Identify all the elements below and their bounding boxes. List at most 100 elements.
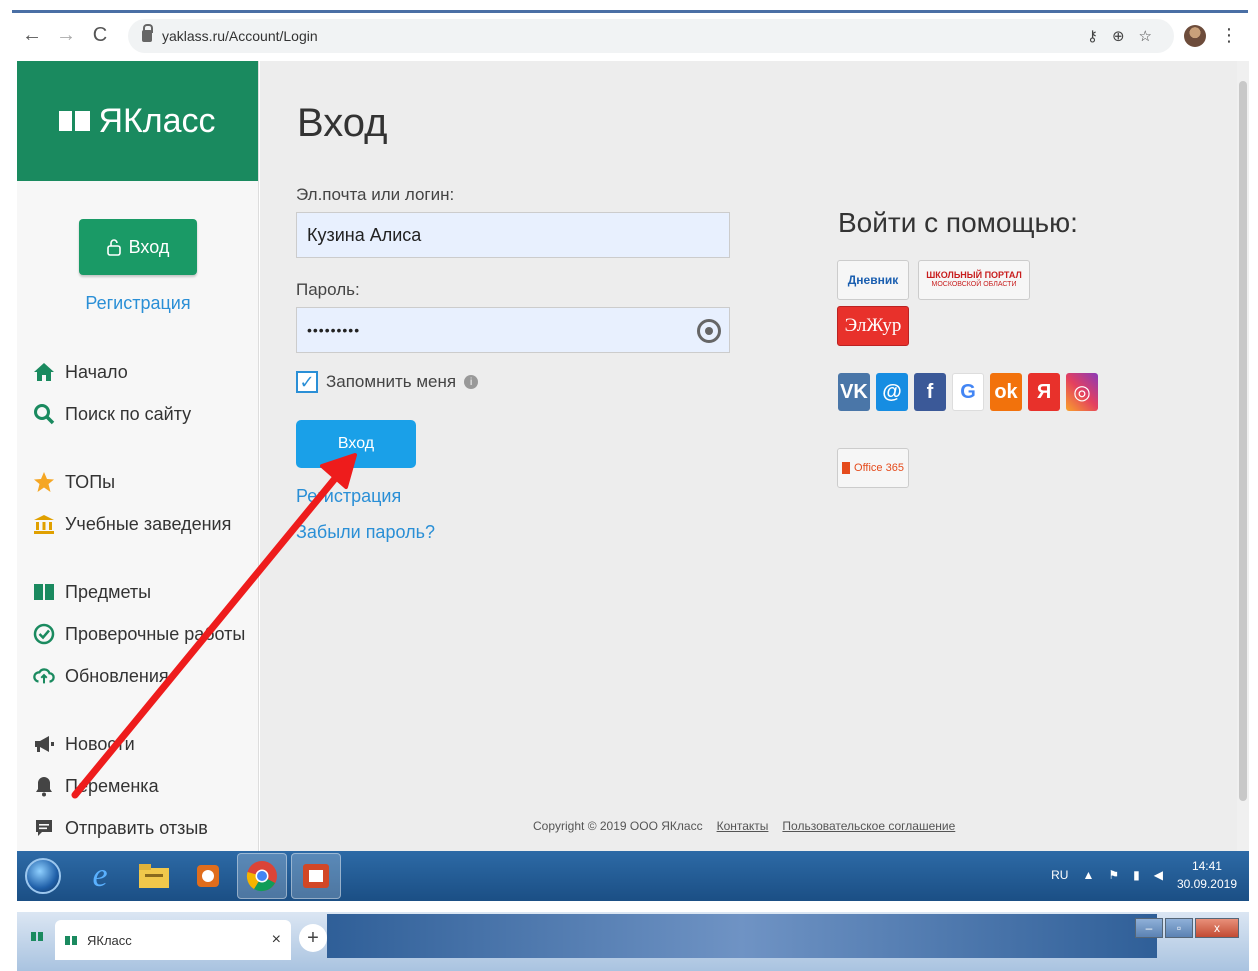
register-link[interactable]: Регистрация [296,486,401,507]
tray-expand-icon[interactable]: ▲ [1082,868,1094,882]
school-portal-login-button[interactable]: ШКОЛЬНЫЙ ПОРТАЛ МОСКОВСКОЙ ОБЛАСТИ [918,260,1030,300]
sidebar-item-break[interactable]: Переменка [33,765,259,807]
profile-avatar[interactable] [1184,24,1206,47]
sidebar-menu: Начало Поиск по сайту ТОПы Учебные завед… [33,351,259,849]
cloud-update-icon [33,665,55,687]
window-controls: – ▫ x [1135,918,1239,938]
url-text: yaklass.ru/Account/Login [162,27,318,44]
logo[interactable]: ЯКласс [17,61,258,181]
sidebar-item-label: Новости [65,733,135,754]
address-bar[interactable]: yaklass.ru/Account/Login ⚷ ⊕ ☆ [128,18,1174,53]
close-window-button[interactable]: x [1195,918,1239,938]
minimize-button[interactable]: – [1135,918,1163,938]
tab-title: ЯКласс [87,932,132,948]
start-button[interactable] [25,858,61,894]
sidebar-register-link[interactable]: Регистрация [17,293,259,314]
titlebar-background [327,914,1157,958]
lock-icon [142,23,153,42]
sidebar-item-tops[interactable]: ТОПы [33,461,259,503]
sidebar-item-news[interactable]: Новости [33,723,259,765]
sidebar-item-feedback[interactable]: Отправить отзыв [33,807,259,849]
portal-line1: ШКОЛЬНЫЙ ПОРТАЛ [926,270,1022,280]
explorer-taskbar-icon[interactable] [129,853,179,899]
remember-me[interactable]: ✓ Запомнить меня i [296,371,479,393]
sidebar-login-button[interactable]: Вход [79,219,197,275]
login-input-value: Кузина Алиса [307,224,422,245]
facebook-login-icon[interactable]: f [914,373,946,411]
social-login-row: VK @ f G ok Я ◎ [838,373,1098,411]
sidebar-item-institutions[interactable]: Учебные заведения [33,503,259,545]
password-input[interactable]: ••••••••• [296,307,730,353]
dnevnik-login-button[interactable]: Дневник [837,260,909,300]
info-icon[interactable]: i [464,375,479,389]
office365-login-button[interactable]: Office 365 [837,448,909,488]
elzhur-label: ЭлЖур [844,315,902,336]
yandex-login-icon[interactable]: Я [1028,373,1060,411]
tab-favicon-icon [65,935,77,945]
home-icon [33,361,55,383]
mailru-login-icon[interactable]: @ [876,373,908,411]
book-icon [33,581,55,603]
sidebar-item-tests[interactable]: Проверочные работы [33,613,259,655]
volume-icon[interactable]: ◀ [1154,868,1163,882]
google-login-icon[interactable]: G [952,373,984,411]
clock-date: 30.09.2019 [1176,877,1237,891]
login-panel: Вход Эл.почта или логин: Кузина Алиса Па… [260,61,1237,851]
ie-taskbar-icon[interactable]: e [75,853,125,899]
key-icon[interactable]: ⚷ [1087,27,1098,45]
sidebar-item-search[interactable]: Поиск по сайту [33,393,259,435]
window-app-icon [31,932,43,941]
show-password-eye-icon[interactable] [697,319,721,343]
sidebar-item-label: Поиск по сайту [65,403,192,424]
office-label: Office 365 [854,462,904,474]
add-icon[interactable]: ⊕ [1112,27,1125,45]
browser-menu-icon[interactable]: ⋮ [1220,25,1238,46]
submit-login-button[interactable]: Вход [296,420,416,468]
elzhur-login-button[interactable]: ЭлЖур [837,306,909,346]
scrollbar-thumb[interactable] [1239,81,1247,801]
power-icon[interactable]: ▮ [1133,868,1140,882]
agreement-link[interactable]: Пользовательское соглашение [782,819,955,833]
maximize-button[interactable]: ▫ [1165,918,1193,938]
system-tray: RU ▲ ⚑ ▮ ◀ 14:41 30.09.2019 [1051,857,1237,893]
page-scrollbar[interactable] [1237,61,1249,851]
clock-time: 14:41 [1191,859,1222,873]
sidebar-item-label: Проверочные работы [65,623,246,644]
bookmark-star-icon[interactable]: ☆ [1139,27,1152,45]
office-icon [842,462,851,474]
media-player-taskbar-icon[interactable] [183,853,233,899]
sidebar-item-subjects[interactable]: Предметы [33,571,259,613]
vk-login-icon[interactable]: VK [838,373,870,411]
sidebar: ЯКласс Вход Регистрация Начало Поиск по … [17,61,259,851]
browser-tab-yaklass[interactable]: ЯКласс × [55,920,291,960]
chrome-taskbar-icon[interactable] [237,853,287,899]
tab-close-icon[interactable]: × [272,931,281,949]
presentation-taskbar-icon[interactable] [291,853,341,899]
login-input[interactable]: Кузина Алиса [296,212,730,258]
back-button[interactable]: ← [18,22,46,50]
sidebar-item-updates[interactable]: Обновления [33,655,259,697]
new-tab-button[interactable]: + [299,924,327,952]
megaphone-icon [33,733,55,755]
check-icon [33,623,55,645]
contacts-link[interactable]: Контакты [717,819,769,833]
search-icon [33,403,55,425]
sidebar-item-label: Предметы [65,581,152,602]
instagram-login-icon[interactable]: ◎ [1066,373,1098,411]
clock[interactable]: 14:41 30.09.2019 [1177,857,1237,893]
sidebar-item-home[interactable]: Начало [33,351,259,393]
dnevnik-label: Дневник [847,273,899,287]
password-input-value: ••••••••• [307,322,361,338]
reload-button[interactable]: C [86,22,114,50]
star-icon [33,471,55,493]
forward-button[interactable]: → [52,22,80,50]
action-center-flag-icon[interactable]: ⚑ [1108,868,1119,882]
language-indicator[interactable]: RU [1051,868,1068,882]
remember-checkbox[interactable]: ✓ [296,371,318,393]
second-window-titlebar: ЯКласс × + – ▫ x [17,912,1249,971]
forgot-password-link[interactable]: Забыли пароль? [296,522,435,543]
page-title: Вход [297,101,388,145]
institution-icon [33,513,55,535]
odnoklassniki-login-icon[interactable]: ok [990,373,1022,411]
footer: Copyright © 2019 ООО ЯКласс Контакты Пол… [533,819,955,833]
